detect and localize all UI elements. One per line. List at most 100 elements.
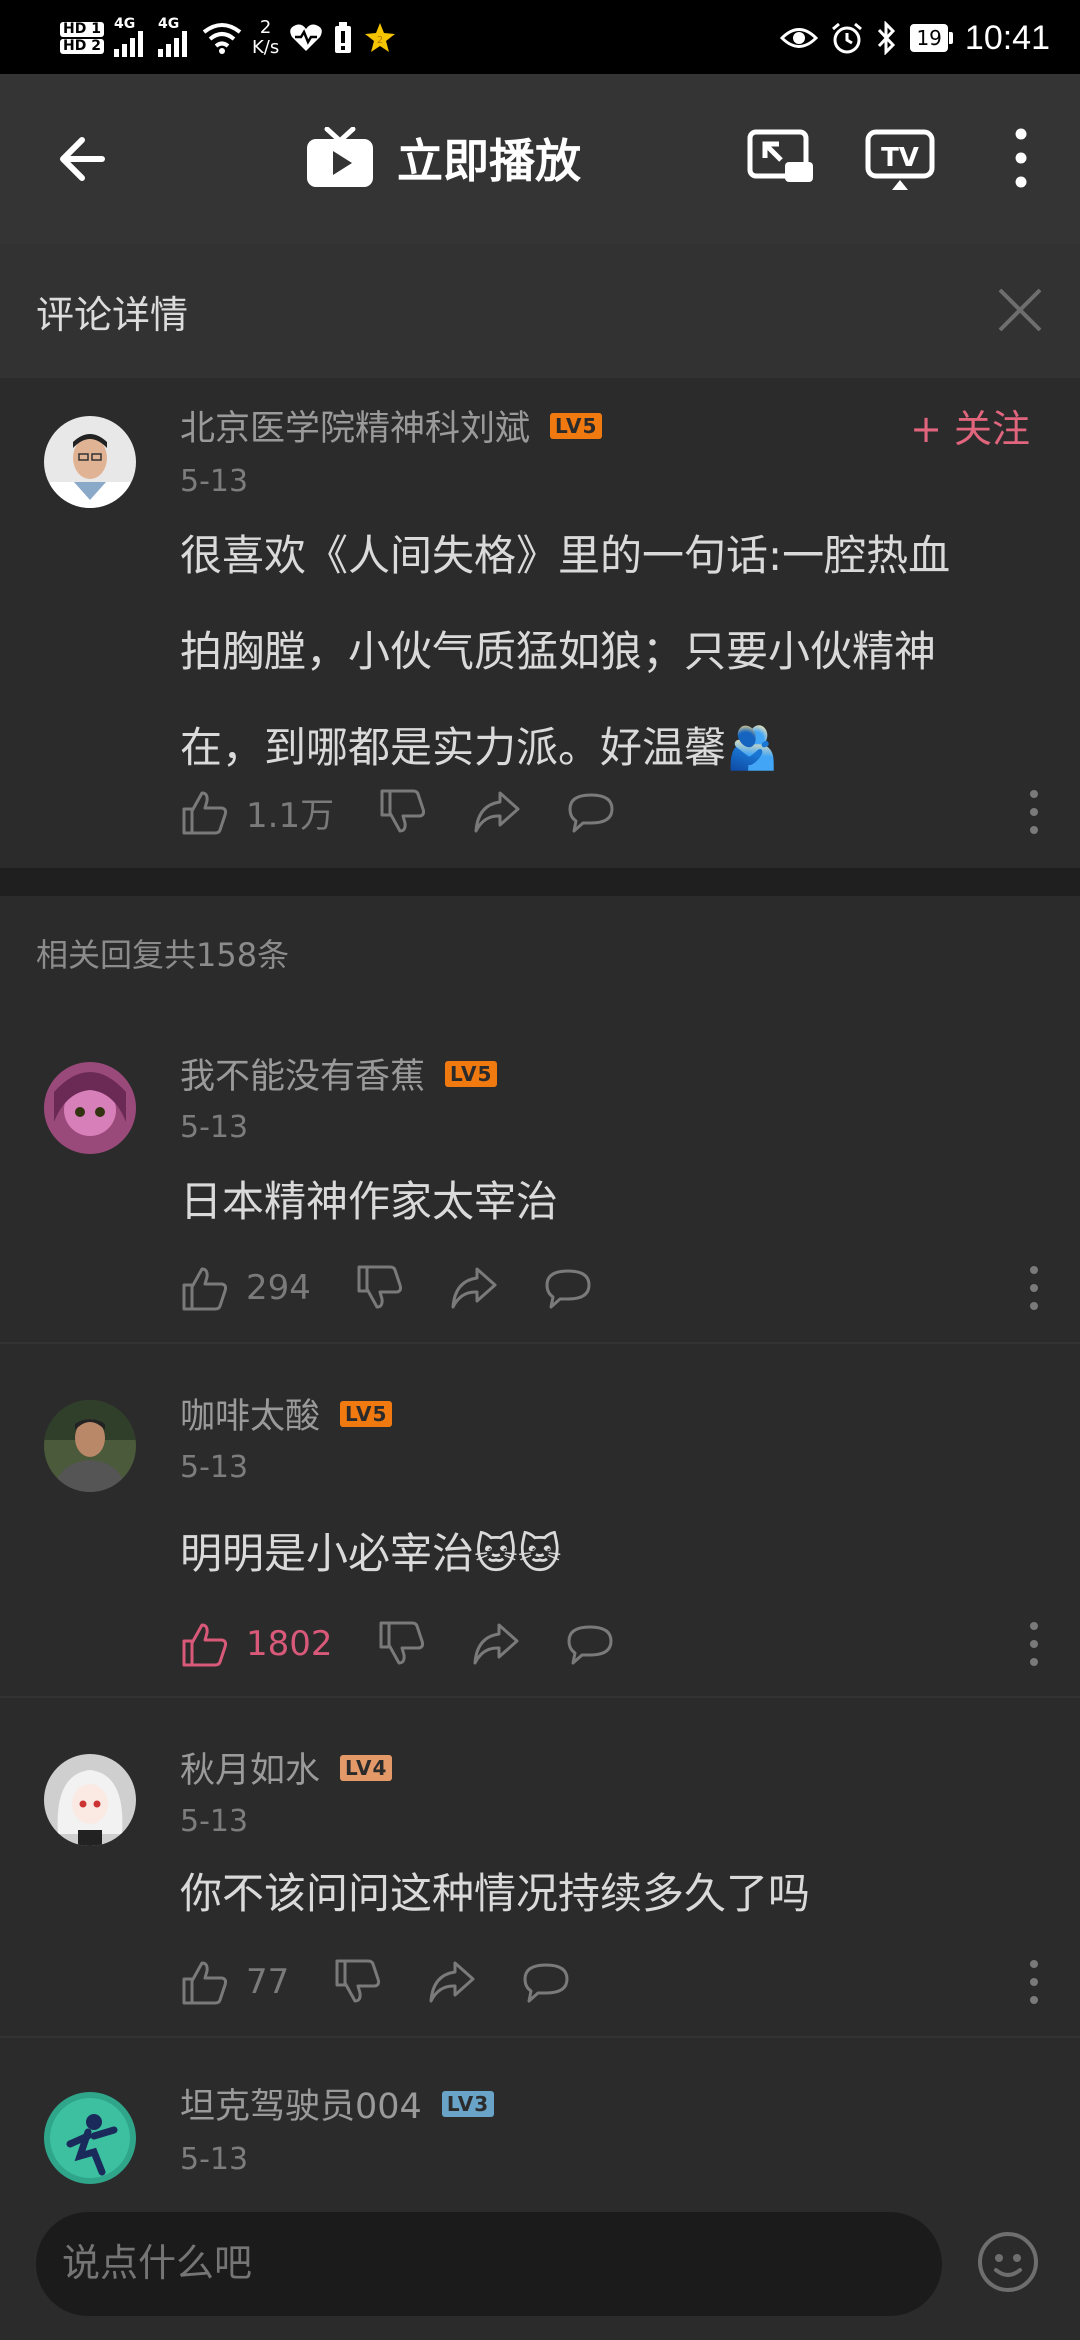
anime-girl-avatar-image: [44, 1754, 136, 1846]
comment-detail-header: 评论详情: [0, 244, 1080, 378]
thumbs-down-icon[interactable]: [355, 1263, 405, 1313]
reply-text: 你不该问问这种情况持续多久了吗: [180, 1869, 811, 1918]
app-bar-title: 立即播放: [397, 134, 581, 188]
like-action[interactable]: 294: [180, 1263, 311, 1313]
reply-user[interactable]: 我不能没有香蕉 LV5: [180, 1048, 498, 1099]
like-count: 1802: [246, 1624, 333, 1664]
share-icon[interactable]: [427, 1957, 477, 2007]
thumbs-up-icon[interactable]: [180, 1957, 230, 2007]
man-avatar-image: [44, 1400, 136, 1492]
thumbs-up-icon[interactable]: [180, 1619, 230, 1669]
svg-text:TV: TV: [881, 143, 919, 173]
sim-battery-icon: [335, 22, 352, 53]
row-divider: [0, 2036, 1080, 2038]
username[interactable]: 坦克驾驶员004: [180, 2078, 422, 2129]
share-action[interactable]: [471, 1619, 521, 1669]
dislike-action[interactable]: [333, 1957, 383, 2007]
like-action[interactable]: 1.1万: [180, 787, 334, 837]
reply-action[interactable]: [543, 1263, 593, 1313]
cast-screen-icon[interactable]: [745, 122, 817, 194]
emoji-icon[interactable]: [976, 2230, 1040, 2294]
more-options-icon[interactable]: [1026, 1258, 1042, 1318]
thumbs-down-icon[interactable]: [377, 1619, 427, 1669]
thumbs-down-icon[interactable]: [378, 787, 428, 837]
close-icon[interactable]: [990, 280, 1050, 340]
like-count: 1.1万: [246, 795, 335, 836]
avatar[interactable]: [44, 1754, 136, 1846]
share-action[interactable]: [427, 1957, 477, 2007]
avatar[interactable]: [44, 416, 136, 508]
reply-date: 5-13: [180, 2142, 249, 2177]
avatar[interactable]: [44, 1062, 136, 1154]
tv-cast-icon[interactable]: TV: [864, 122, 936, 194]
reply-user[interactable]: 坦克驾驶员004 LV3: [180, 2078, 495, 2129]
reply-text: 明明是小必宰治🐱🐱: [180, 1529, 562, 1578]
comment-date: 5-13: [180, 464, 249, 499]
reply-actions: 77: [180, 1952, 615, 2012]
avatar[interactable]: [44, 1400, 136, 1492]
bluetooth-icon: [878, 21, 896, 55]
comment-bubble-icon[interactable]: [566, 787, 616, 837]
share-action[interactable]: [449, 1263, 499, 1313]
comment-input-bar: [0, 2188, 1080, 2340]
net-speed: 2 K/s: [252, 18, 279, 58]
anime-avatar-image: [44, 1062, 136, 1154]
speed-value: 2: [259, 17, 272, 38]
battery-indicator: 19: [910, 24, 953, 52]
row-divider: [0, 1342, 1080, 1344]
username[interactable]: 咖啡太酸: [180, 1388, 320, 1439]
username[interactable]: 秋月如水: [180, 1742, 320, 1793]
dislike-action[interactable]: [355, 1263, 405, 1313]
hd-badges: HD 1 HD 2: [60, 20, 104, 56]
battery-level: 19: [910, 24, 948, 52]
comment-bubble-icon[interactable]: [521, 1957, 571, 2007]
share-action[interactable]: [472, 787, 522, 837]
status-left: HD 1 HD 2 4G 4G 2 K/s 2: [60, 8, 397, 68]
like-action[interactable]: 1802: [180, 1619, 333, 1669]
dislike-action[interactable]: [377, 1619, 427, 1669]
thumbs-up-icon[interactable]: [180, 787, 230, 837]
more-options-icon[interactable]: [1026, 1952, 1042, 2012]
thumbs-down-icon[interactable]: [333, 1957, 383, 2007]
more-menu-icon[interactable]: [985, 122, 1057, 194]
reply-user[interactable]: 咖啡太酸 LV5: [180, 1388, 393, 1439]
more-options-icon[interactable]: [1026, 1614, 1042, 1674]
main-comment-user[interactable]: 北京医学院精神科刘斌 LV5: [180, 400, 603, 451]
reply-text: 日本精神作家太宰治: [180, 1177, 559, 1226]
reply-action[interactable]: [566, 787, 616, 837]
health-heart-icon: [290, 24, 322, 51]
reply-user[interactable]: 秋月如水 LV4: [180, 1742, 393, 1793]
comment-bubble-icon[interactable]: [543, 1263, 593, 1313]
share-icon[interactable]: [471, 1619, 521, 1669]
follow-button[interactable]: + 关注: [910, 398, 1030, 453]
comment-line: 拍胸膛，小伙气质猛如狼；只要小伙精神: [180, 627, 937, 676]
main-comment-text: 很喜欢《人间失格》里的一句话:一腔热血 拍胸膛，小伙气质猛如狼；只要小伙精神 在…: [180, 508, 1040, 796]
star-badge-icon: 2: [365, 23, 396, 52]
status-bar: HD 1 HD 2 4G 4G 2 K/s 2 19 10:41: [0, 0, 1080, 74]
thumbs-up-icon[interactable]: [180, 1263, 230, 1313]
comment-line: 很喜欢《人间失格》里的一句话:一腔热血: [180, 531, 951, 580]
speed-unit: K/s: [251, 37, 280, 58]
level-badge: LV3: [441, 2090, 495, 2117]
username[interactable]: 我不能没有香蕉: [180, 1048, 425, 1099]
signal-bars-icon: [157, 30, 187, 57]
comment-bubble-icon[interactable]: [565, 1619, 615, 1669]
username[interactable]: 北京医学院精神科刘斌: [180, 400, 530, 451]
share-icon[interactable]: [449, 1263, 499, 1313]
play-now-title[interactable]: 立即播放: [305, 122, 581, 194]
level-badge: LV4: [340, 1754, 393, 1781]
like-action[interactable]: 77: [180, 1957, 289, 2007]
back-arrow-icon[interactable]: [50, 124, 120, 194]
more-options-icon[interactable]: [1026, 782, 1042, 842]
reply-action[interactable]: [521, 1957, 571, 2007]
reply-action[interactable]: [565, 1619, 615, 1669]
signal-2: 4G: [157, 17, 192, 60]
avatar[interactable]: [44, 2092, 136, 2184]
dislike-action[interactable]: [378, 787, 428, 837]
like-count: 294: [246, 1268, 311, 1308]
alarm-icon: [832, 22, 863, 54]
comment-input[interactable]: [36, 2212, 942, 2316]
share-icon[interactable]: [472, 787, 522, 837]
signal-bars-icon: [113, 30, 143, 57]
status-right: 19 10:41: [780, 8, 1050, 68]
